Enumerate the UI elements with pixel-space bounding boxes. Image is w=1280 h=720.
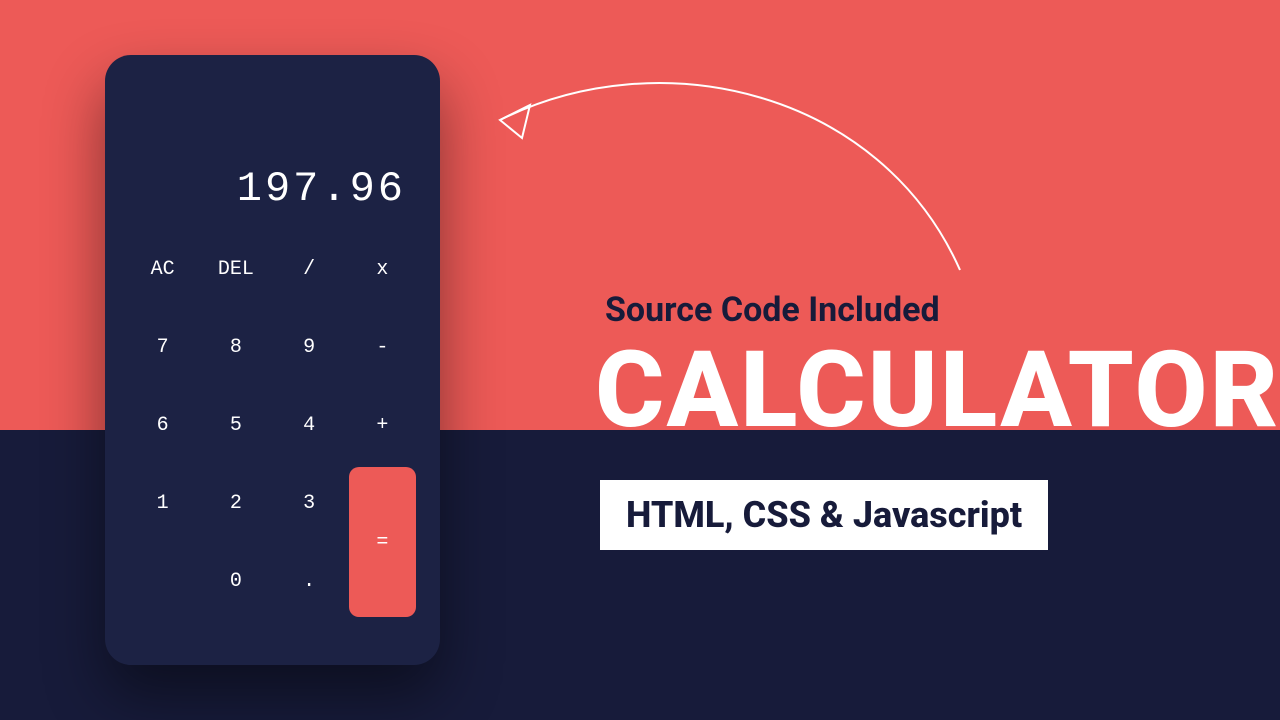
decimal-button[interactable]: . <box>276 545 343 617</box>
subheading: Source Code Included <box>605 290 940 330</box>
digit-1-button[interactable]: 1 <box>129 467 196 539</box>
add-button[interactable]: + <box>349 389 416 461</box>
equals-button[interactable]: = <box>349 467 416 617</box>
divide-button[interactable]: / <box>276 233 343 305</box>
clear-button[interactable]: AC <box>129 233 196 305</box>
digit-5-button[interactable]: 5 <box>202 389 269 461</box>
digit-6-button[interactable]: 6 <box>129 389 196 461</box>
digit-2-button[interactable]: 2 <box>202 467 269 539</box>
tech-badge: HTML, CSS & Javascript <box>600 480 1048 550</box>
multiply-button[interactable]: x <box>349 233 416 305</box>
digit-7-button[interactable]: 7 <box>129 311 196 383</box>
calculator-display: 197.96 <box>129 83 416 223</box>
digit-9-button[interactable]: 9 <box>276 311 343 383</box>
subtract-button[interactable]: - <box>349 311 416 383</box>
digit-4-button[interactable]: 4 <box>276 389 343 461</box>
digit-3-button[interactable]: 3 <box>276 467 343 539</box>
digit-8-button[interactable]: 8 <box>202 311 269 383</box>
main-title: CALCULATOR <box>595 328 1280 452</box>
delete-button[interactable]: DEL <box>202 233 269 305</box>
calculator-keypad: AC DEL / x 7 8 9 - 6 5 4 + 1 2 3 = 0 . <box>129 233 416 617</box>
calculator-panel: 197.96 AC DEL / x 7 8 9 - 6 5 4 + 1 2 3 … <box>105 55 440 665</box>
thumbnail-canvas: 197.96 AC DEL / x 7 8 9 - 6 5 4 + 1 2 3 … <box>0 0 1280 720</box>
digit-0-button[interactable]: 0 <box>202 545 269 617</box>
